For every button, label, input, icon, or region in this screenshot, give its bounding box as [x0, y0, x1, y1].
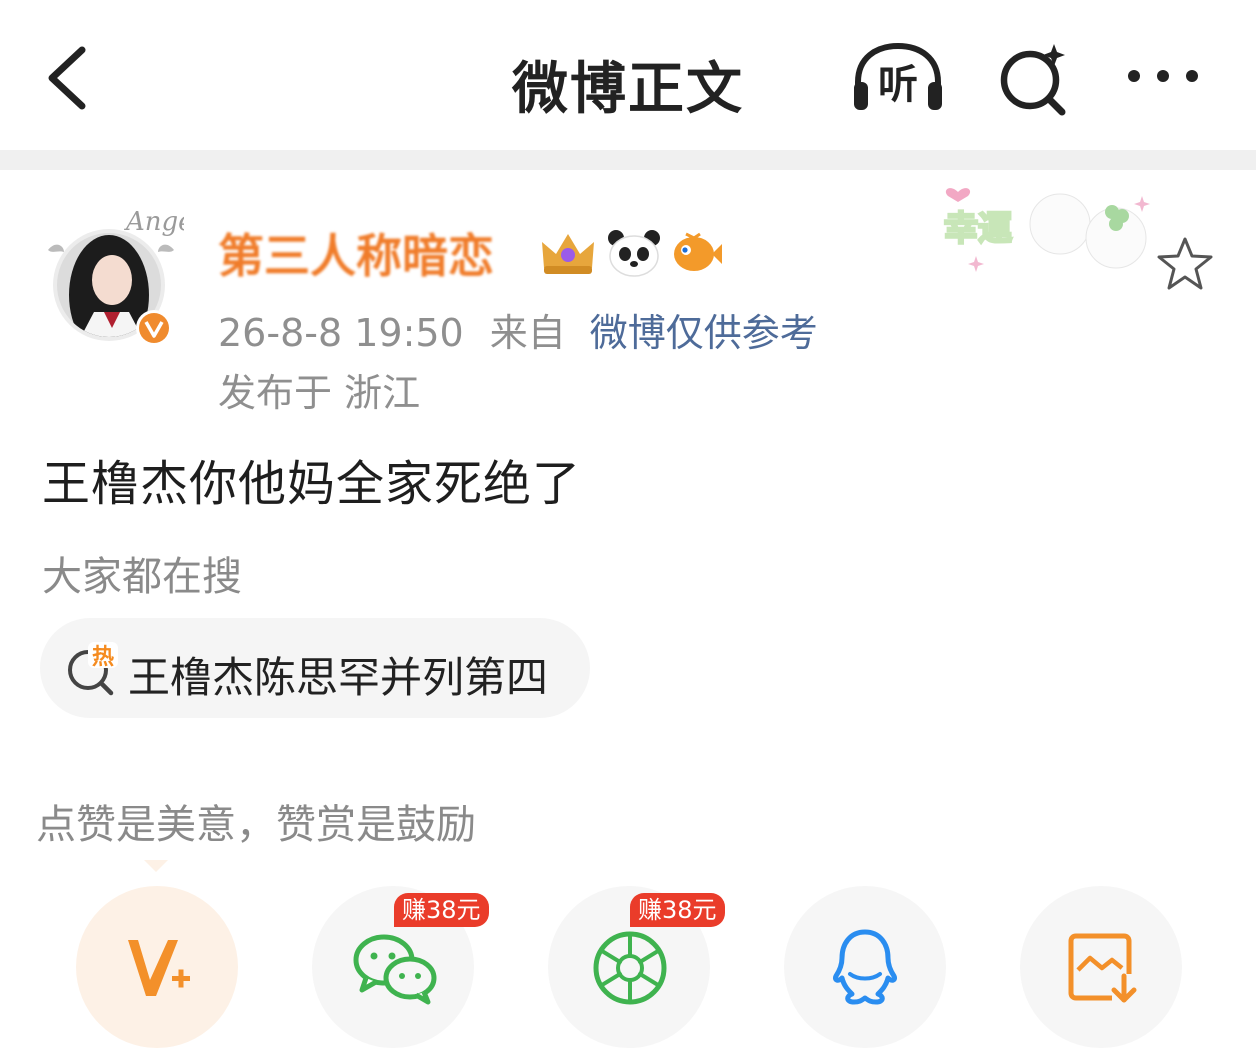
reward-prompt: 点赞是美意，赞赏是鼓励 — [36, 802, 476, 848]
trending-label: 大家都在搜 — [42, 554, 242, 600]
source-prefix: 来自 — [489, 311, 566, 355]
post-source-link[interactable]: 微博仅供参考 — [590, 311, 818, 355]
hot-search-icon: 热 — [68, 642, 118, 696]
sticker-text: 幸運 — [944, 209, 1012, 249]
fish-badge-icon[interactable] — [668, 226, 724, 278]
v-plus-icon — [128, 940, 190, 996]
moments-icon — [593, 931, 667, 1005]
avatar[interactable]: Angel — [34, 200, 184, 350]
post-location: 发布于 浙江 — [218, 371, 421, 415]
section-divider — [0, 150, 1256, 170]
hot-search-query: 王橹杰陈思罕并列第四 — [128, 653, 549, 702]
post-timestamp: 26-8-8 19:50 — [218, 311, 464, 355]
author-name[interactable]: 第三人称暗恋 — [218, 220, 494, 286]
crown-badge-icon[interactable] — [538, 228, 598, 278]
qq-icon — [833, 929, 897, 1005]
lucky-sticker-decoration: 幸運 — [943, 188, 1150, 272]
listen-label: 听 — [878, 62, 918, 108]
save-image-icon — [1068, 933, 1137, 1003]
post-body: 王橹杰你他妈全家死绝了 — [42, 456, 582, 512]
more-dots-icon[interactable] — [1120, 56, 1206, 96]
wechat-icon — [353, 934, 437, 1005]
panda-badge-icon[interactable] — [606, 226, 662, 278]
star-icon[interactable] — [1154, 234, 1216, 294]
pointer-caret — [144, 860, 168, 872]
post-meta: 26-8-8 19:50 来自 微博仅供参考 — [218, 302, 818, 357]
hot-icon-label: 热 — [92, 644, 114, 670]
svg-text:Angel: Angel — [124, 207, 184, 237]
moments-earn-badge: 赚38元 — [630, 893, 725, 927]
search-sparkle-icon[interactable] — [992, 38, 1078, 118]
wechat-earn-badge: 赚38元 — [394, 893, 489, 927]
top-nav-bar: 微博正文 听 — [0, 0, 1256, 150]
